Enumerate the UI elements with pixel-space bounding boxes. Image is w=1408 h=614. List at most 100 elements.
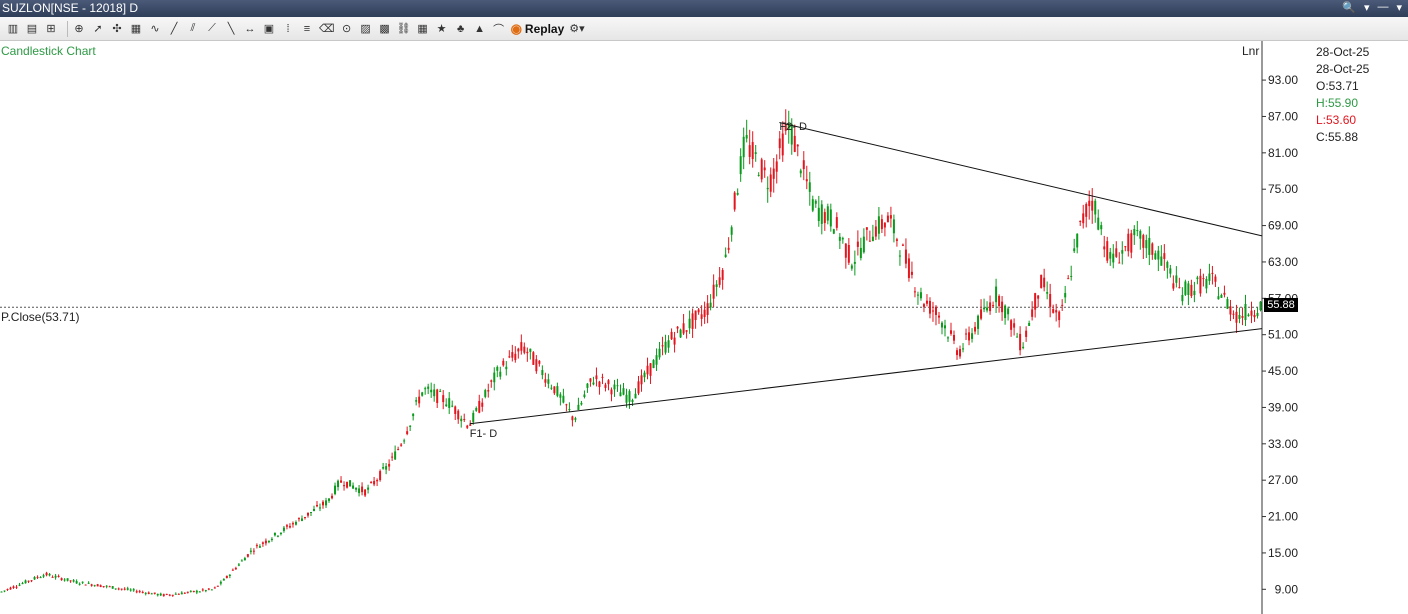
channel-icon[interactable]: ⫽ [186,20,200,38]
candle-body [730,227,733,235]
candle-body [508,356,511,358]
candle-body [463,419,466,421]
candle-body [0,591,3,593]
candle-body [962,348,965,350]
candle-body [231,569,234,571]
candle-body [1094,200,1097,215]
candle-body [168,594,171,596]
candle-body [150,593,153,595]
candle-body [1106,241,1109,261]
pattern-point-f1: F1- D [469,427,498,440]
candle-body [1250,310,1253,316]
candle-body [174,593,177,595]
minimize-icon[interactable]: — [1377,1,1388,14]
candle-body [445,404,448,407]
candle-body [613,384,616,390]
candle-body [388,463,391,467]
candle-body [874,226,877,237]
trendline-icon[interactable]: ╱ [167,20,181,38]
candle-body [243,558,246,561]
eraser-icon[interactable]: ⌫ [319,20,335,38]
candle-body [72,580,75,582]
indicator-icon[interactable]: ∿ [148,20,162,38]
candlestick-plot[interactable]: 93.0087.0081.0075.0069.0063.0057.0051.00… [0,41,1408,614]
chevron-down-icon[interactable]: ▾ [1364,1,1370,14]
candle-body [556,386,559,396]
candle-body [177,593,180,595]
candle-body [337,480,340,488]
candle-chart-icon[interactable]: ▤ [25,20,39,38]
candle-body [1007,308,1010,315]
candle-body [781,133,784,156]
pan-icon[interactable]: ⊕ [72,20,86,38]
candle-body [838,236,841,241]
candle-body [832,229,835,234]
candle-body [1232,313,1235,315]
candle-body [325,500,328,506]
bell-icon[interactable]: ♣ [454,20,468,38]
star-icon[interactable]: ★ [435,20,449,38]
candle-body [436,389,439,404]
bar-chart-icon[interactable]: ▥ [6,20,20,38]
replay-button[interactable]: ◉ Replay [511,20,565,38]
candle-body [237,564,240,566]
text-icon[interactable]: ⁞ [281,20,295,38]
previous-close-label: P.Close(53.71) [1,310,80,325]
save-icon[interactable]: ⛓ [397,20,411,38]
candle-body [565,404,568,406]
ray-icon[interactable]: ╲ [224,20,238,38]
calendar-icon[interactable]: ▨ [359,20,373,38]
scale-mode-label[interactable]: Lnr [1242,44,1259,58]
candle-body [844,243,847,258]
candle-body [745,135,748,139]
candle-body [592,382,595,385]
candle-body [1196,277,1199,280]
candle-body [835,217,838,228]
candle-body [306,512,309,516]
candle-body [1079,220,1082,222]
candle-body [965,333,968,335]
link-icon[interactable]: ▦ [416,20,430,38]
y-tick-label: 39.00 [1268,400,1298,414]
pointer-icon[interactable]: ➚ [91,20,105,38]
alert-icon[interactable]: ▩ [378,20,392,38]
candle-body [571,416,574,421]
candle-body [171,594,174,596]
candle-body [54,575,57,578]
flag-icon[interactable]: ▲ [473,20,487,38]
candle-body [1205,278,1208,289]
candle-body [261,542,264,544]
candle-body [331,495,334,499]
menu-dropdown-icon[interactable]: ▾ [1396,1,1402,14]
candle-body [297,518,300,520]
candle-body [69,580,72,582]
candle-body [583,394,586,397]
horizontal-line-icon[interactable]: ↔ [243,20,257,38]
candle-body [1163,253,1166,259]
compare-icon[interactable]: ⌒ [492,20,506,38]
candle-body [1085,203,1088,217]
candle-body [9,587,12,590]
candle-body [529,348,532,352]
candle-body [748,145,751,157]
candle-body [574,418,577,420]
box-icon[interactable]: ▣ [262,20,276,38]
settings-gear-icon[interactable]: ⚙▾ [569,20,584,38]
fib-icon[interactable]: ⟋ [205,20,219,38]
crosshair-icon[interactable]: ✣ [110,20,124,38]
candle-body [880,219,883,230]
candle-body [697,309,700,313]
candle-body [192,590,195,593]
candle-body [814,200,817,204]
candle-body [968,332,971,341]
line-chart-icon[interactable]: ⊞ [44,20,58,38]
zoom-icon[interactable]: ▦ [129,20,143,38]
chart-area[interactable]: 93.0087.0081.0075.0069.0063.0057.0051.00… [0,41,1408,614]
search-icon[interactable]: 🔍 [1342,1,1356,14]
gann-icon[interactable]: ≡ [300,20,314,38]
candle-body [1082,213,1085,224]
candle-body [640,375,643,385]
magnet-icon[interactable]: ⊙ [340,20,354,38]
candle-body [294,522,297,525]
candle-body [850,265,853,269]
